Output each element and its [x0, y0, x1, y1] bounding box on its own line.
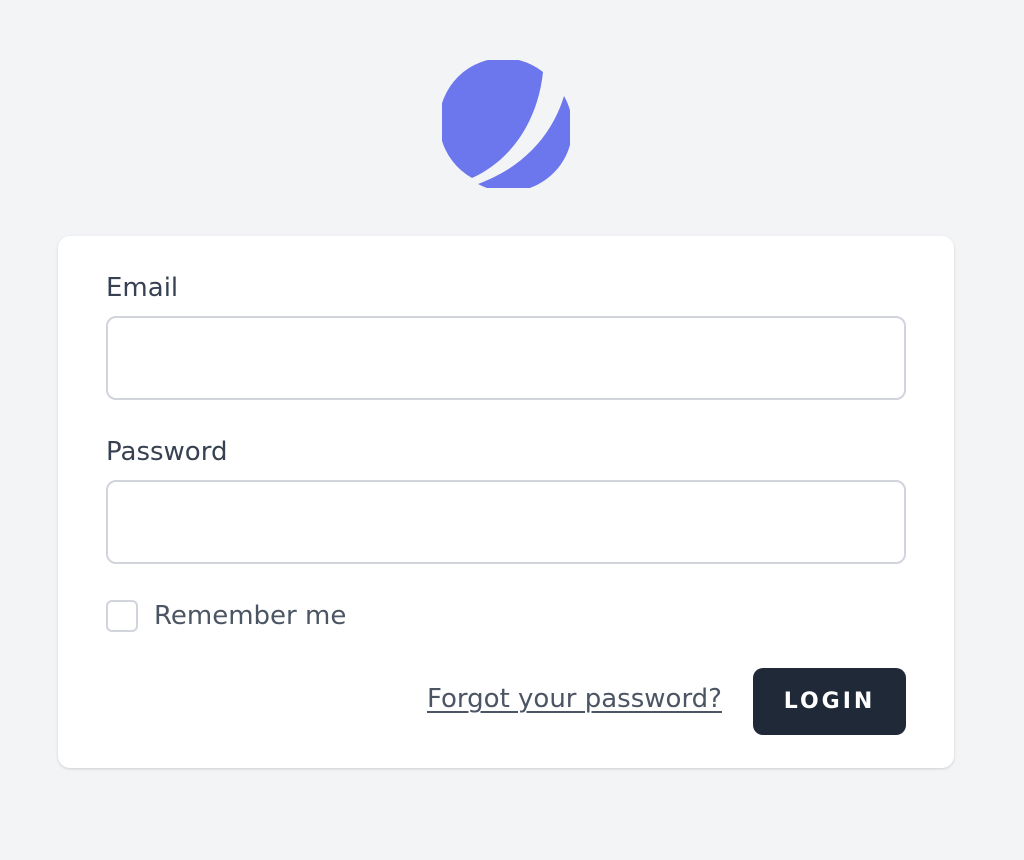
- app-logo: [439, 58, 573, 192]
- planet-logo-icon: [439, 58, 573, 192]
- email-input[interactable]: [106, 316, 906, 400]
- password-input[interactable]: [106, 480, 906, 564]
- remember-me-label[interactable]: Remember me: [154, 601, 346, 631]
- remember-me-checkbox[interactable]: [106, 600, 138, 632]
- login-card: Email Password Remember me Forgot your p…: [58, 236, 954, 768]
- remember-me-row[interactable]: Remember me: [106, 600, 346, 632]
- forgot-password-link[interactable]: Forgot your password?: [427, 684, 722, 714]
- password-label: Password: [106, 437, 228, 467]
- login-button[interactable]: LOGIN: [753, 668, 906, 735]
- email-label: Email: [106, 273, 179, 303]
